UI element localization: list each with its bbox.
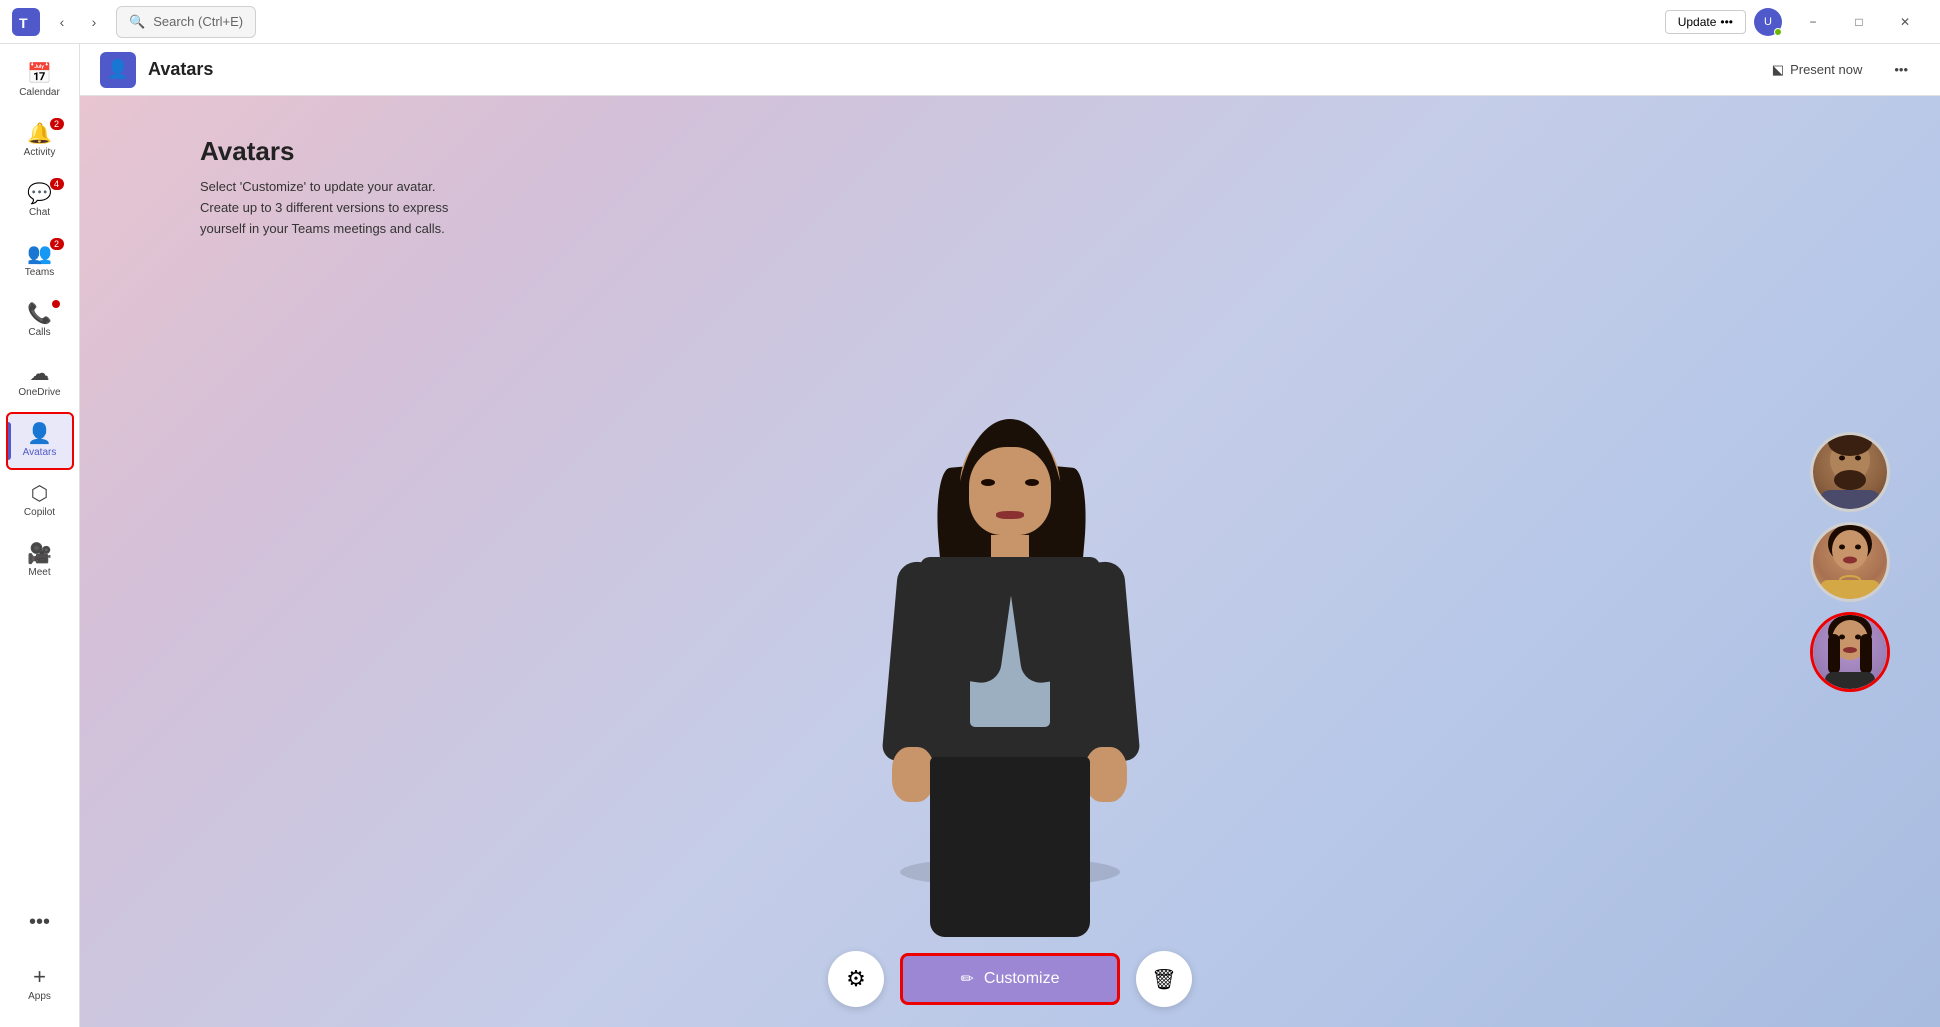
- avatar-hand-left: [892, 747, 934, 802]
- title-bar: T ‹ › 🔍 Search (Ctrl+E) Update ••• U − □…: [0, 0, 1940, 44]
- side-avatar-3[interactable]: [1810, 612, 1890, 692]
- sidebar-item-apps[interactable]: + Apps: [6, 955, 74, 1013]
- avatar-hand-right: [1085, 747, 1127, 802]
- window-controls: − □ ✕: [1790, 6, 1928, 38]
- teams-badge: 2: [50, 238, 64, 250]
- avatar-face: [969, 447, 1051, 535]
- delete-button[interactable]: 🗑: [1136, 951, 1192, 1007]
- sidebar-item-more[interactable]: •••: [6, 893, 74, 951]
- sidebar-item-copilot[interactable]: ⬡ Copilot: [6, 472, 74, 530]
- page-title: Avatars: [148, 59, 213, 80]
- sidebar-item-onedrive[interactable]: ☁ OneDrive: [6, 352, 74, 410]
- search-bar[interactable]: 🔍 Search (Ctrl+E): [116, 6, 256, 38]
- sidebar-label-chat: Chat: [29, 207, 50, 218]
- sidebar-item-teams[interactable]: 👥 Teams 2: [6, 232, 74, 290]
- sidebar-label-onedrive: OneDrive: [18, 387, 60, 398]
- main-content: 👤 Avatars ⬕ Present now ••• Avatars Sele…: [80, 44, 1940, 1027]
- settings-icon: ⚙: [846, 966, 866, 992]
- sidebar-item-meet[interactable]: 🎥 Meet: [6, 532, 74, 590]
- header-more-button[interactable]: •••: [1882, 56, 1920, 83]
- chat-icon: 💬: [27, 184, 52, 204]
- avatar-lower-body: [930, 757, 1090, 937]
- calls-icon: 📞: [27, 304, 52, 324]
- nav-arrows: ‹ ›: [48, 8, 108, 36]
- avatar-body: [870, 427, 1150, 947]
- teams-logo-icon: T: [12, 8, 40, 36]
- chat-badge: 4: [50, 178, 64, 190]
- sidebar-label-activity: Activity: [24, 147, 56, 158]
- apps-icon: +: [33, 966, 46, 988]
- header-bar: 👤 Avatars ⬕ Present now •••: [80, 44, 1940, 96]
- sidebar-label-teams: Teams: [25, 267, 54, 278]
- header-right: ⬕ Present now •••: [1760, 56, 1920, 84]
- side-avatar-panel: [1810, 432, 1890, 692]
- avatars-description-line2: Create up to 3 different versions to exp…: [200, 198, 448, 219]
- avatar-figure: [870, 427, 1150, 947]
- avatar-info: Avatars Select 'Customize' to update you…: [200, 136, 448, 239]
- side-avatar-1[interactable]: [1810, 432, 1890, 512]
- minimize-button[interactable]: −: [1790, 6, 1836, 38]
- sidebar-label-meet: Meet: [28, 567, 50, 578]
- title-bar-right: Update ••• U − □ ✕: [1665, 6, 1928, 38]
- activity-icon: 🔔: [27, 124, 52, 144]
- side-avatar-2[interactable]: [1810, 522, 1890, 602]
- user-avatar[interactable]: U: [1754, 8, 1782, 36]
- online-status-dot: [1774, 28, 1782, 36]
- back-button[interactable]: ‹: [48, 8, 76, 36]
- sidebar-item-avatars[interactable]: 👤 Avatars: [6, 412, 74, 470]
- sidebar-label-apps: Apps: [28, 991, 51, 1002]
- sidebar: 📅 Calendar 🔔 Activity 2 💬 Chat 4 👥 Teams…: [0, 44, 80, 1027]
- onedrive-icon: ☁: [30, 364, 50, 384]
- side-avatar-2-image: [1813, 525, 1887, 599]
- calendar-icon: 📅: [27, 64, 52, 84]
- sidebar-label-avatars: Avatars: [23, 447, 57, 458]
- app-body: 📅 Calendar 🔔 Activity 2 💬 Chat 4 👥 Teams…: [0, 44, 1940, 1027]
- side-avatar-1-image: [1813, 435, 1887, 509]
- sidebar-label-calls: Calls: [28, 327, 50, 338]
- meet-icon: 🎥: [27, 544, 52, 564]
- teams-icon: 👥: [27, 244, 52, 264]
- sidebar-label-copilot: Copilot: [24, 507, 55, 518]
- header-icon: 👤: [100, 52, 136, 88]
- copilot-icon: ⬡: [31, 484, 48, 504]
- avatar-scene: Avatars Select 'Customize' to update you…: [80, 96, 1940, 1027]
- avatars-header-icon: 👤: [107, 59, 129, 80]
- sidebar-label-calendar: Calendar: [19, 87, 60, 98]
- sidebar-item-calls[interactable]: 📞 Calls: [6, 292, 74, 350]
- customize-label: Customize: [984, 970, 1060, 988]
- avatars-icon: 👤: [27, 424, 52, 444]
- sidebar-bottom: ••• + Apps: [6, 893, 74, 1027]
- avatars-description-line1: Select 'Customize' to update your avatar…: [200, 177, 448, 198]
- svg-text:T: T: [19, 15, 28, 31]
- sidebar-item-activity[interactable]: 🔔 Activity 2: [6, 112, 74, 170]
- pencil-icon: ✏: [961, 969, 974, 989]
- active-indicator: [8, 422, 11, 460]
- update-dots-icon: •••: [1720, 15, 1733, 29]
- present-icon: ⬕: [1772, 62, 1784, 78]
- more-icon: •••: [29, 912, 50, 932]
- close-button[interactable]: ✕: [1882, 6, 1928, 38]
- customize-button[interactable]: ✏ Customize: [900, 953, 1120, 1005]
- present-now-button[interactable]: ⬕ Present now: [1760, 56, 1875, 84]
- maximize-button[interactable]: □: [1836, 6, 1882, 38]
- title-bar-left: T ‹ › 🔍 Search (Ctrl+E): [12, 6, 256, 38]
- avatars-description-line3: yourself in your Teams meetings and call…: [200, 219, 448, 240]
- activity-badge: 2: [50, 118, 64, 130]
- forward-button[interactable]: ›: [80, 8, 108, 36]
- side-avatar-3-image: [1813, 615, 1887, 689]
- bottom-bar: ⚙ ✏ Customize 🗑: [80, 951, 1940, 1007]
- calls-badge-dot: [52, 300, 60, 308]
- sidebar-item-chat[interactable]: 💬 Chat 4: [6, 172, 74, 230]
- avatars-title: Avatars: [200, 136, 448, 167]
- settings-button[interactable]: ⚙: [828, 951, 884, 1007]
- search-placeholder: Search (Ctrl+E): [153, 14, 243, 29]
- delete-icon: 🗑: [1151, 967, 1176, 992]
- sidebar-item-calendar[interactable]: 📅 Calendar: [6, 52, 74, 110]
- update-button[interactable]: Update •••: [1665, 10, 1746, 34]
- search-icon: 🔍: [129, 14, 145, 30]
